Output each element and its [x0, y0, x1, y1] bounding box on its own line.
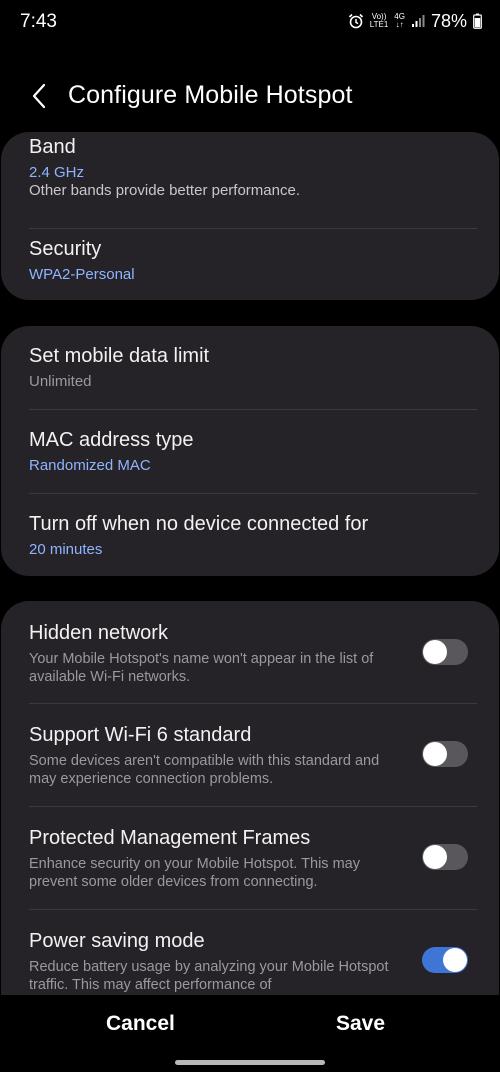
power-saving-setting[interactable]: Power saving mode Reduce battery usage b…	[1, 910, 499, 995]
security-setting[interactable]: Security WPA2-Personal	[1, 229, 499, 300]
card-usage: Set mobile data limit Unlimited MAC addr…	[1, 326, 499, 576]
wifi6-title: Support Wi-Fi 6 standard	[29, 724, 252, 746]
data-limit-value: Unlimited	[29, 373, 92, 390]
hidden-network-setting[interactable]: Hidden network Your Mobile Hotspot's nam…	[1, 601, 499, 703]
hidden-network-desc: Your Mobile Hotspot's name won't appear …	[29, 651, 374, 685]
toggle-knob	[423, 640, 447, 664]
data-limit-setting[interactable]: Set mobile data limit Unlimited	[1, 326, 499, 409]
battery-percent: 78%	[430, 10, 467, 31]
gesture-nav-handle[interactable]	[175, 1060, 325, 1065]
mac-title: MAC address type	[29, 429, 194, 451]
pmf-setting[interactable]: Protected Management Frames Enhance secu…	[1, 807, 499, 909]
cancel-button[interactable]: Cancel	[106, 1012, 175, 1036]
save-button[interactable]: Save	[336, 1012, 385, 1036]
toggle-knob	[423, 845, 447, 869]
mac-value: Randomized MAC	[29, 457, 151, 474]
toggle-knob	[423, 742, 447, 766]
pmf-title: Protected Management Frames	[29, 827, 311, 849]
security-value: WPA2-Personal	[29, 266, 135, 283]
network-indicator: 4G ↓↑	[394, 12, 405, 29]
mac-setting[interactable]: MAC address type Randomized MAC	[1, 410, 499, 493]
turn-off-title: Turn off when no device connected for	[29, 513, 369, 535]
turn-off-value: 20 minutes	[29, 541, 103, 558]
volte-indicator: Vo)) LTE1	[370, 13, 389, 29]
page-title: Configure Mobile Hotspot	[68, 81, 353, 109]
card-network: Band 2.4 GHz Other bands provide better …	[1, 132, 499, 300]
turn-off-setting[interactable]: Turn off when no device connected for 20…	[1, 494, 499, 576]
status-time: 7:43	[20, 11, 57, 32]
toggle-knob	[443, 948, 467, 972]
power-saving-title: Power saving mode	[29, 930, 205, 952]
status-icons: Vo)) LTE1 4G ↓↑ 78%	[348, 10, 482, 32]
status-bar: 7:43 Vo)) LTE1 4G ↓↑ 78%	[0, 0, 500, 44]
settings-list[interactable]: Band 2.4 GHz Other bands provide better …	[0, 122, 500, 995]
back-arrow-icon	[32, 83, 46, 109]
screen: 7:43 Vo)) LTE1 4G ↓↑ 78% Configure Mobil…	[0, 0, 500, 1072]
security-title: Security	[29, 238, 102, 260]
bottom-action-bar: Cancel Save	[0, 1000, 500, 1052]
band-value: 2.4 GHz	[29, 164, 85, 181]
power-saving-desc: Reduce battery usage by analyzing your M…	[29, 959, 389, 993]
band-title: Band	[29, 136, 76, 158]
back-button[interactable]	[22, 78, 56, 114]
pmf-desc: Enhance security on your Mobile Hotspot.…	[29, 856, 360, 890]
card-advanced: Hidden network Your Mobile Hotspot's nam…	[1, 601, 499, 995]
wifi6-toggle[interactable]	[422, 741, 468, 767]
alarm-icon	[348, 13, 364, 29]
hidden-network-title: Hidden network	[29, 622, 168, 644]
band-setting[interactable]: Band 2.4 GHz Other bands provide better …	[1, 132, 499, 228]
lte-label: LTE1	[369, 20, 389, 29]
hidden-network-toggle[interactable]	[422, 639, 468, 665]
network-type: 4G	[394, 12, 405, 21]
band-note: Other bands provide better performance.	[29, 182, 300, 199]
wifi6-desc: Some devices aren't compatible with this…	[29, 753, 380, 787]
signal-icon	[411, 14, 425, 28]
pmf-toggle[interactable]	[422, 844, 468, 870]
power-saving-toggle[interactable]	[422, 947, 468, 973]
header: Configure Mobile Hotspot	[0, 74, 500, 118]
battery-icon	[473, 13, 482, 29]
wifi6-setting[interactable]: Support Wi-Fi 6 standard Some devices ar…	[1, 704, 499, 806]
data-limit-title: Set mobile data limit	[29, 345, 210, 367]
